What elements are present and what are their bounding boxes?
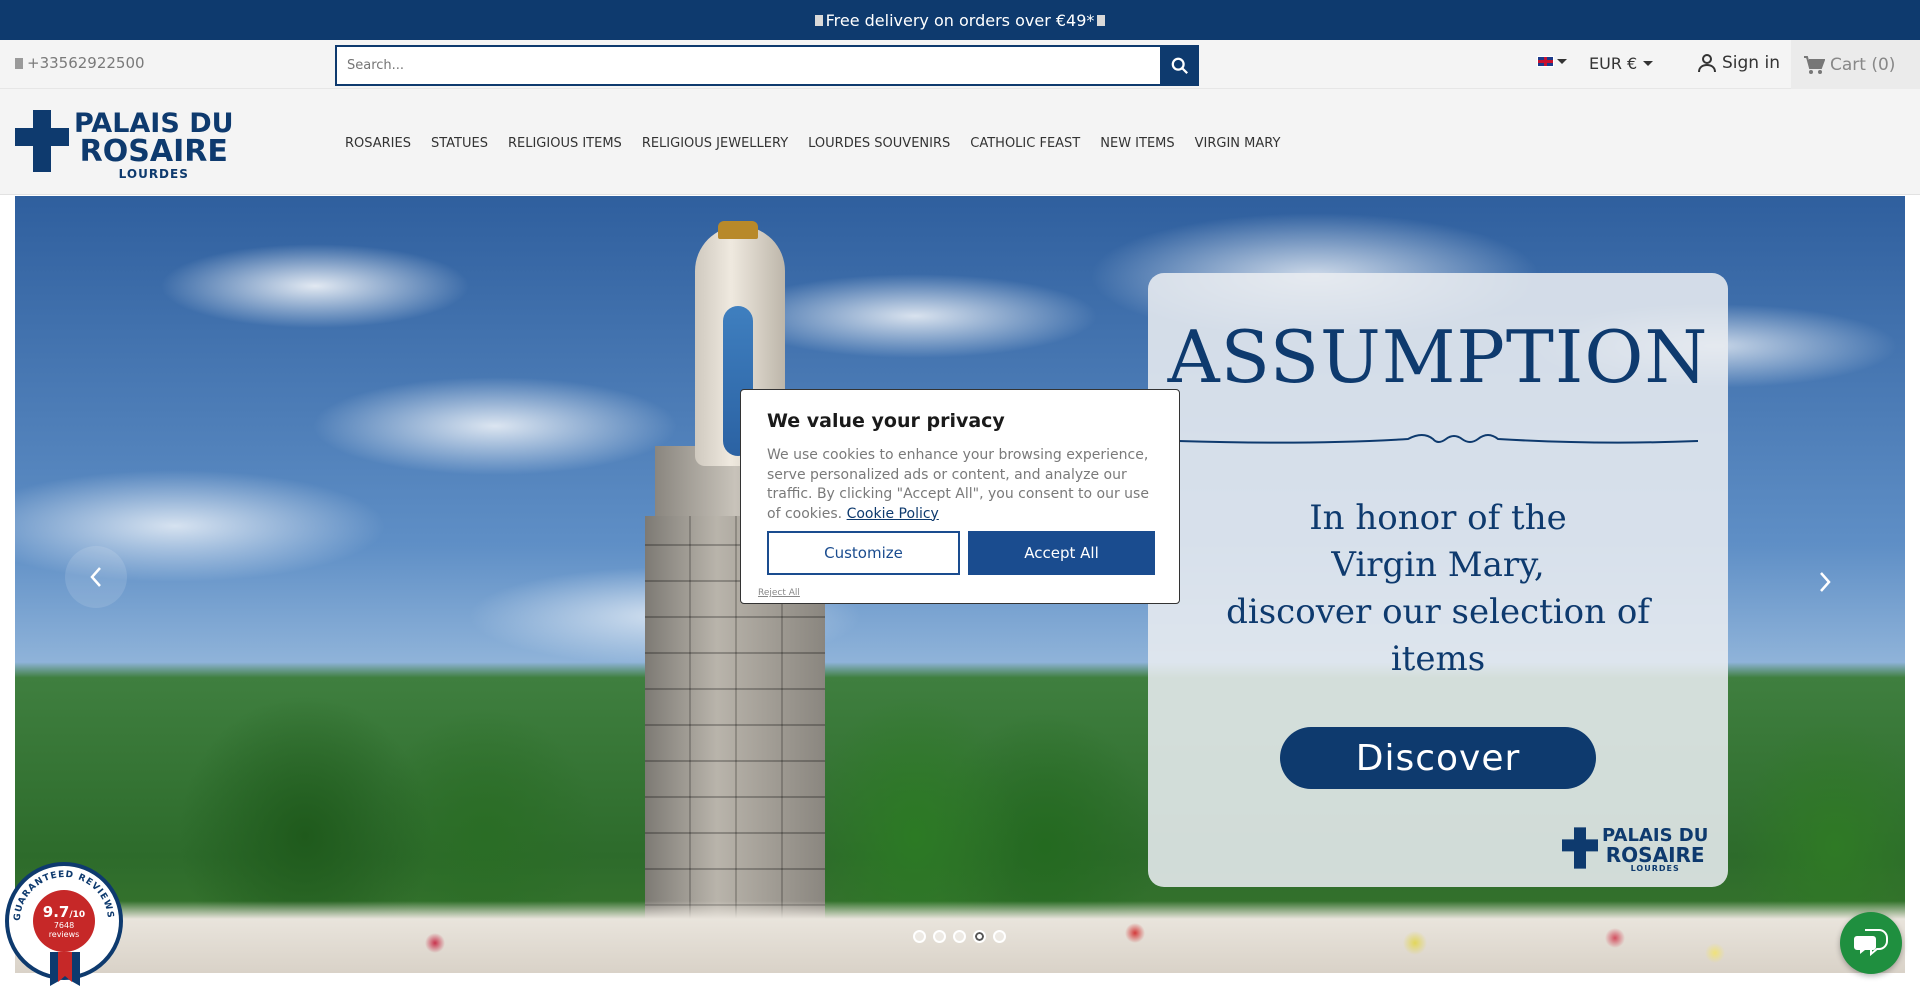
promo-body-line: items (1390, 639, 1486, 679)
sign-in-link[interactable]: Sign in (1697, 53, 1780, 73)
nav-item-religious-jewellery[interactable]: RELIGIOUS JEWELLERY (642, 136, 788, 151)
accept-all-button[interactable]: Accept All (968, 531, 1155, 575)
chevron-right-icon (1820, 572, 1831, 592)
slider-dot[interactable] (933, 930, 946, 943)
cart-icon (1804, 55, 1825, 74)
hero-flowers (15, 883, 1905, 973)
cart-button[interactable]: Cart (0) (1791, 40, 1920, 89)
chevron-down-icon (1557, 59, 1567, 64)
promo-top-bar: Free delivery on orders over €49* (0, 0, 1920, 40)
promo-body-line: discover our selection of (1226, 592, 1650, 632)
customize-button[interactable]: Customize (767, 531, 960, 575)
cross-icon (1562, 827, 1598, 869)
currency-label: EUR € (1589, 54, 1638, 73)
phone-contact[interactable]: +33562922500 (15, 54, 145, 72)
promo-card: ASSUMPTION In honor of the Virgin Mary, … (1148, 273, 1728, 887)
search-input[interactable] (335, 45, 1160, 86)
cookie-policy-link[interactable]: Cookie Policy (847, 506, 939, 522)
slider-next-button[interactable] (1805, 557, 1845, 607)
person-icon (1698, 54, 1716, 73)
promo-title: ASSUMPTION (1167, 315, 1709, 399)
site-logo[interactable]: PALAIS DU ROSAIRE LOURDES (15, 110, 234, 180)
cookie-text: We use cookies to enhance your browsing … (767, 446, 1162, 524)
logo-line1: PALAIS DU (74, 108, 234, 139)
promo-body: In honor of the Virgin Mary, discover ou… (1208, 495, 1668, 683)
language-selector[interactable] (1537, 56, 1567, 67)
slider-prev-button[interactable] (65, 546, 127, 608)
cart-label: Cart (0) (1830, 54, 1896, 75)
cross-icon (15, 110, 69, 172)
bullet-icon (1097, 14, 1106, 26)
slider-dot[interactable] (993, 930, 1006, 943)
slider-dots (913, 930, 1006, 943)
search-form (335, 45, 1199, 86)
slider-dot[interactable] (913, 930, 926, 943)
svg-text:GUARANTEED REVIEWS COMPANY: GUARANTEED REVIEWS COMPANY (9, 866, 115, 923)
delivery-message: Free delivery on orders over €49* (825, 10, 1095, 30)
slider-dot[interactable] (953, 930, 966, 943)
chevron-down-icon (1643, 61, 1654, 66)
discover-button[interactable]: Discover (1280, 727, 1596, 789)
chat-icon (1854, 929, 1888, 957)
reject-all-link[interactable]: Reject All (758, 588, 800, 598)
slider-dot[interactable] (973, 930, 986, 943)
promo-logo-line2: ROSAIRE (1605, 843, 1705, 867)
nav-item-virgin-mary[interactable]: VIRGIN MARY (1195, 136, 1281, 151)
search-button[interactable] (1160, 45, 1199, 86)
promo-logo: PALAIS DU ROSAIRE LOURDES (1562, 827, 1708, 873)
cookie-body: We use cookies to enhance your browsing … (767, 447, 1149, 522)
chat-button[interactable] (1840, 912, 1902, 974)
nav-item-catholic-feast[interactable]: CATHOLIC FEAST (970, 136, 1080, 151)
sign-in-label: Sign in (1722, 53, 1780, 73)
logo-line2: ROSAIRE (79, 134, 228, 169)
category-menu: ROSARIES STATUES RELIGIOUS ITEMS RELIGIO… (345, 136, 1300, 151)
phone-number: +33562922500 (27, 54, 145, 72)
promo-body-line: Virgin Mary, (1331, 545, 1545, 585)
cookie-title: We value your privacy (767, 410, 1005, 432)
chevron-left-icon (90, 567, 101, 587)
nav-item-rosaries[interactable]: ROSARIES (345, 136, 411, 151)
header-bar: +33562922500 EUR € Sign in Cart (0) (0, 40, 1920, 89)
flourish-divider (1178, 434, 1698, 444)
promo-logo-text: PALAIS DU ROSAIRE LOURDES (1602, 827, 1708, 873)
nav-item-statues[interactable]: STATUES (431, 136, 488, 151)
hero-statue-crown (718, 221, 758, 239)
main-navigation: PALAIS DU ROSAIRE LOURDES ROSARIES STATU… (0, 89, 1920, 195)
nav-item-new-items[interactable]: NEW ITEMS (1100, 136, 1174, 151)
nav-item-religious-items[interactable]: RELIGIOUS ITEMS (508, 136, 622, 151)
logo-line3: LOURDES (118, 167, 189, 181)
currency-selector[interactable]: EUR € (1589, 54, 1654, 73)
search-icon (1171, 57, 1188, 74)
nav-item-lourdes-souvenirs[interactable]: LOURDES SOUVENIRS (808, 136, 950, 151)
flag-icon (1537, 56, 1554, 67)
logo-text: PALAIS DU ROSAIRE LOURDES (74, 110, 234, 180)
phone-icon (15, 57, 23, 69)
promo-body-line: In honor of the (1309, 498, 1567, 538)
cookie-consent-dialog: We value your privacy We use cookies to … (740, 389, 1180, 604)
bullet-icon (814, 14, 823, 26)
